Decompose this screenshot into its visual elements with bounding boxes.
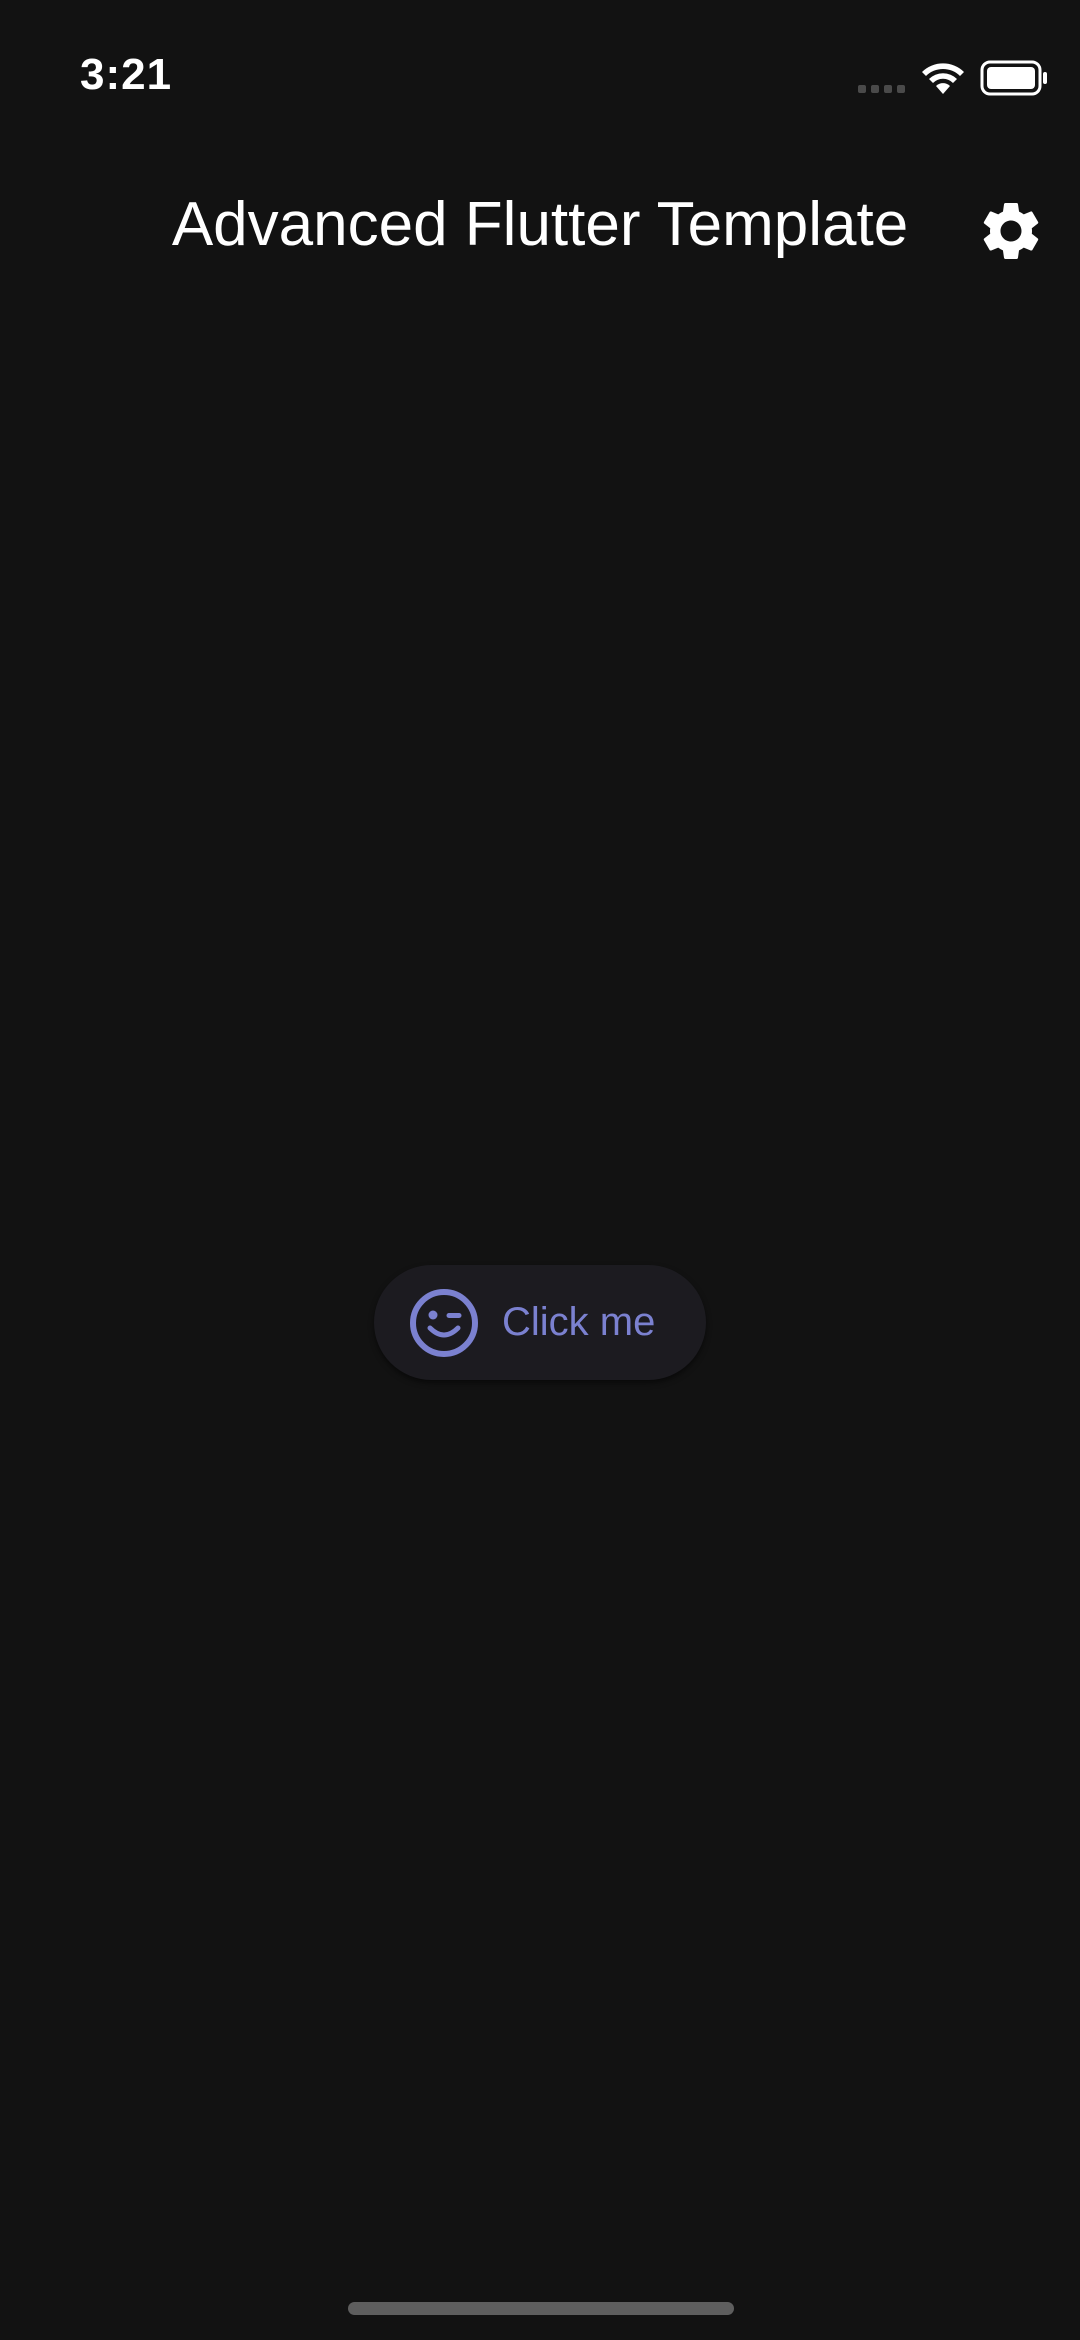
battery-icon (980, 60, 1047, 96)
app-screen: 3:21 Advanced Flutter Template Click me (0, 0, 1080, 2340)
app-bar: Advanced Flutter Template (0, 150, 1080, 300)
status-time: 3:21 (80, 50, 173, 99)
signal-icon (858, 85, 905, 93)
click-me-button[interactable]: Click me (374, 1265, 706, 1380)
page-title: Advanced Flutter Template (171, 190, 909, 259)
gear-icon (983, 202, 1039, 259)
click-me-label: Click me (502, 1300, 656, 1344)
status-bar: 3:21 (0, 0, 1080, 140)
wifi-icon (922, 63, 964, 94)
home-indicator[interactable] (348, 2302, 734, 2315)
settings-button[interactable] (966, 186, 1056, 276)
smile-wink-icon (410, 1289, 478, 1357)
